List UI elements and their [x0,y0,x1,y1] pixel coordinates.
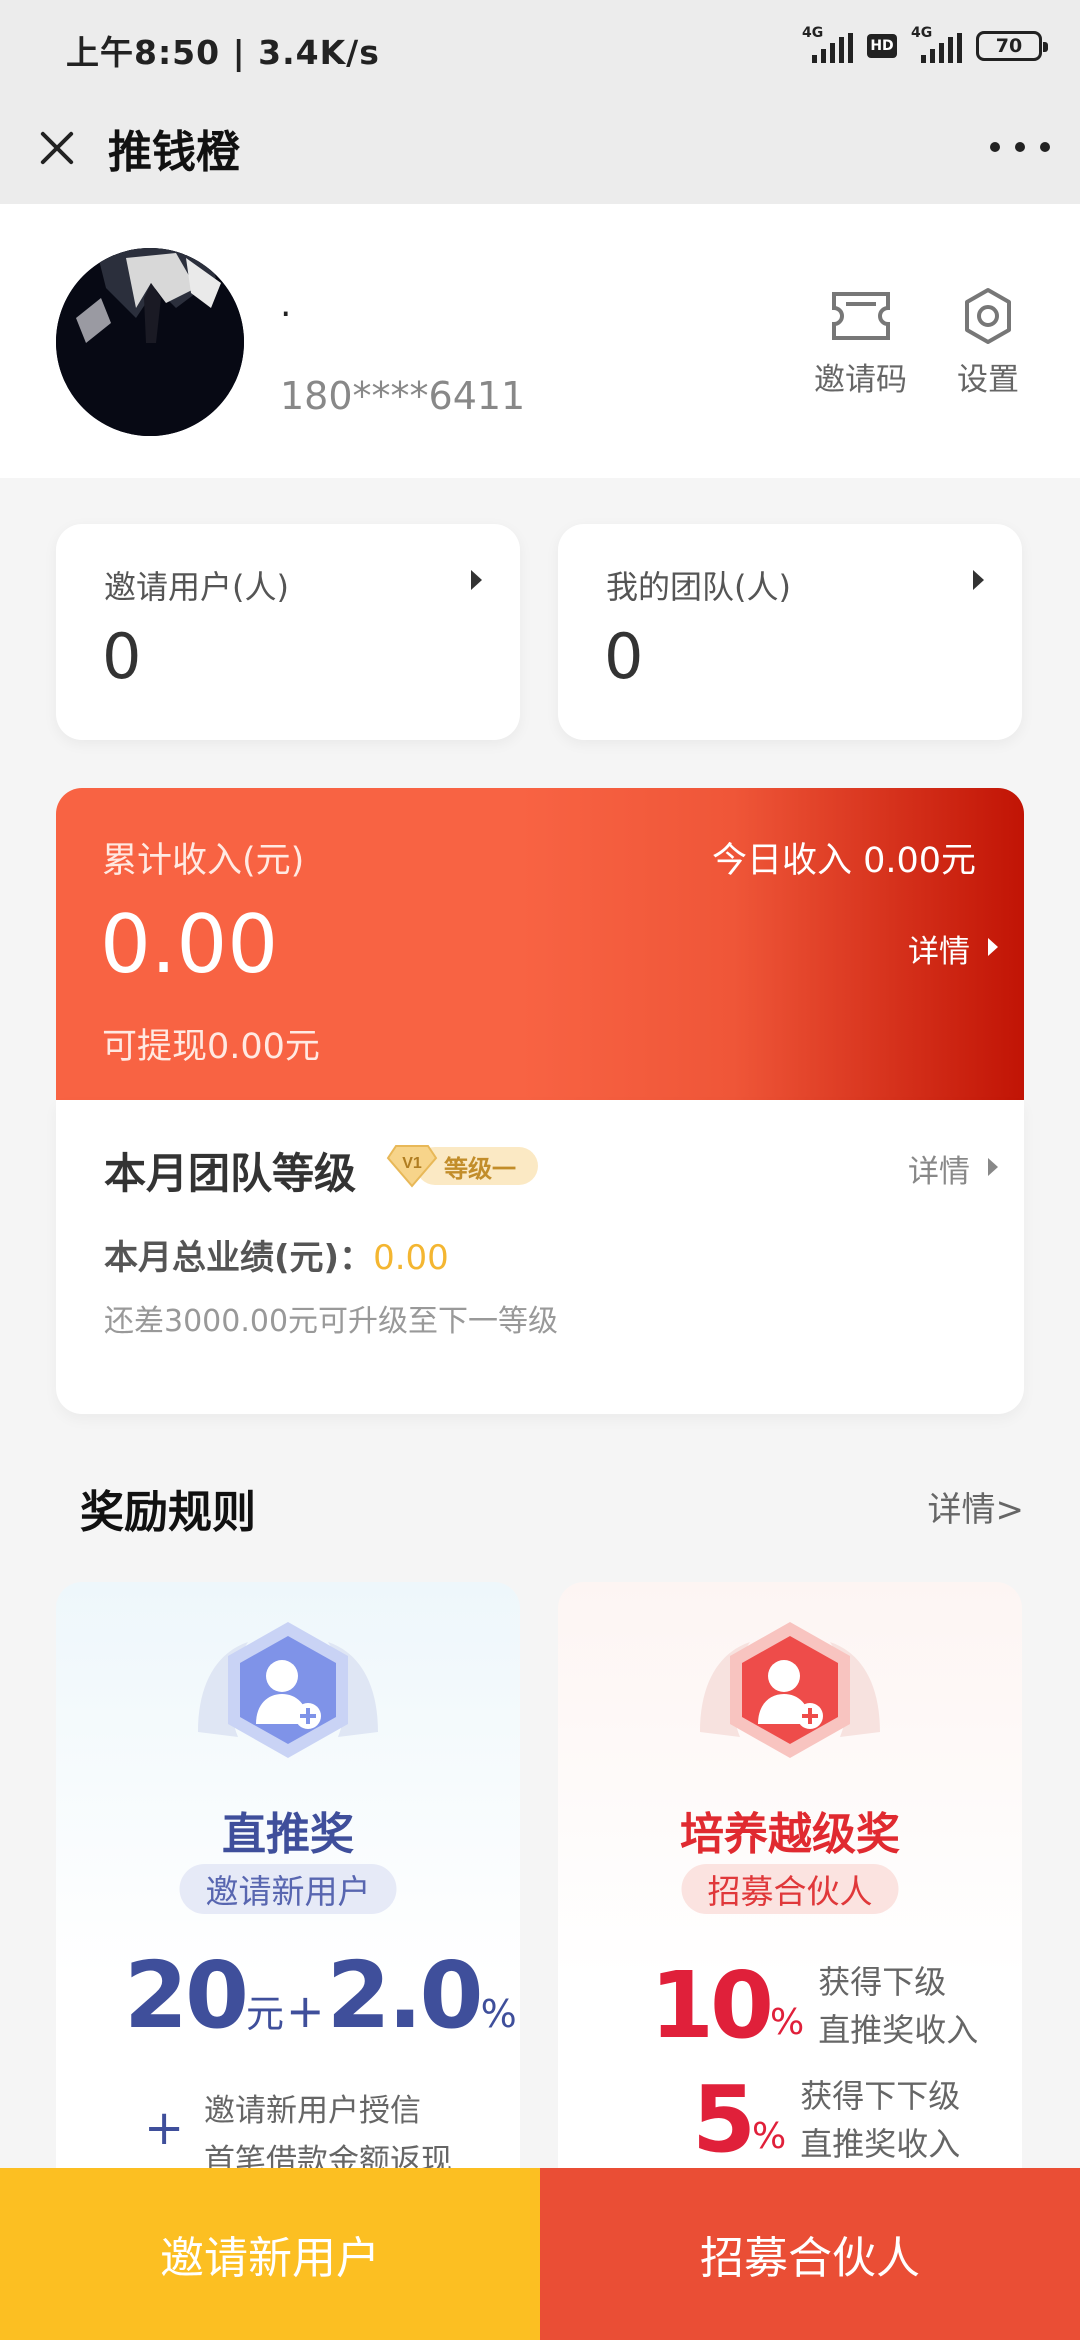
reward-amount-unit: 元 [246,1992,285,2036]
total-income-label: 累计收入(元) [102,841,305,881]
my-team-card[interactable]: 我的团队(人) 0 [558,524,1022,740]
monthly-performance-value: 0.00 [373,1238,449,1278]
page: 上午8:50 | 3.4K/s 4G HD 4G 70 推钱橙 · 180***… [0,0,1080,2340]
skip-level-desc-line-1: 获得下下级 [800,2077,961,2115]
monthly-performance: 本月总业绩(元)：0.00 [104,1230,449,1279]
skip-level-percent: 5 [692,2066,756,2173]
rules-title: 奖励规则 [80,1487,256,1538]
ticket-icon [829,286,893,346]
skip-level-subtitle: 招募合伙人 [681,1864,899,1914]
my-team-value: 0 [604,620,644,693]
signal-icon: 4G [802,25,853,63]
settings-button[interactable]: 设置 [956,286,1020,399]
invited-users-label: 邀请用户(人) [104,568,289,606]
reward-percent: 2.0 [326,1942,484,2049]
skip-level-desc: 获得下下级 直推奖收入 [800,2072,960,2168]
skip-level-row: 5 % 获得下下级 直推奖收入 [692,2072,960,2168]
status-icons: 4G HD 4G 70 [802,24,1048,68]
close-icon[interactable] [28,120,84,176]
more-icon[interactable] [990,132,1050,162]
rules-detail-link[interactable]: 详情> [928,1482,1025,1531]
income-card: 累计收入(元) 今日收入 0.00元 0.00 详情 可提现0.00元 [56,788,1024,1100]
signal-label-2: 4G [911,25,933,41]
status-time: 上午8:50 | 3.4K/s [66,33,380,72]
desc-line-1: 邀请新用户授信 [204,2093,421,2129]
team-level-title: 本月团队等级 [104,1149,357,1198]
skip-level-title: 培养越级奖 [680,1809,900,1860]
skip-level-desc-line-1: 获得下级 [818,1963,947,2001]
chevron-right-icon [471,570,482,590]
badge-icon-text: V1 [402,1155,422,1172]
reward-amount: 20 [124,1942,249,2049]
hd-icon: HD [867,34,897,58]
invited-users-value: 0 [102,620,142,693]
level-detail-link[interactable]: 详情 [908,1146,998,1191]
invite-code-button[interactable]: 邀请码 [814,286,907,399]
phone-number: 180****6411 [280,374,526,418]
diamond-icon: V1 [386,1142,438,1190]
recruit-partner-button[interactable]: 招募合伙人 [540,2168,1080,2340]
invite-new-user-button[interactable]: 邀请新用户 [0,2168,540,2340]
invite-code-label: 邀请码 [814,362,907,398]
skip-level-desc-line-2: 直推奖收入 [818,2011,979,2049]
signal-icon-2: 4G [911,25,962,63]
invited-users-card[interactable]: 邀请用户(人) 0 [56,524,520,740]
direct-referral-title: 直推奖 [222,1809,354,1860]
page-title: 推钱橙 [108,127,240,178]
nickname: · [280,294,292,335]
total-income-value: 0.00 [100,898,279,991]
battery-icon: 70 [976,31,1048,61]
direct-referral-subtitle: 邀请新用户 [179,1864,397,1914]
withdrawable-amount: 可提现0.00元 [102,1027,320,1067]
skip-level-desc: 获得下级 直推奖收入 [818,1958,978,2054]
reward-percent-unit: % [480,1992,517,2036]
settings-label: 设置 [957,362,1019,398]
signal-label: 4G [802,25,824,41]
monthly-performance-label: 本月总业绩(元)： [104,1238,374,1278]
upgrade-hint: 还差3000.00元可升级至下一等级 [104,1304,559,1339]
nav-bar: 推钱橙 [0,92,1080,204]
today-income: 今日收入 0.00元 [711,841,976,881]
team-level-card: 本月团队等级 V1 等级一 详情 本月总业绩(元)：0.00 还差3000.00… [56,1100,1024,1414]
avatar[interactable] [56,248,244,436]
plus-icon: + [144,2100,185,2156]
skip-level-percent-unit: % [770,2002,805,2043]
gear-icon [956,286,1020,346]
chevron-right-icon [973,570,984,590]
income-detail-link[interactable]: 详情 [908,926,998,971]
profile-header: · 180****6411 邀请码 设置 [0,204,1080,478]
status-bar: 上午8:50 | 3.4K/s 4G HD 4G 70 [0,0,1080,92]
plus-sign: + [286,1984,325,2038]
skip-level-percent-unit: % [752,2116,787,2157]
direct-referral-formula: 20 元 + 2.0 % [124,1942,517,2049]
skip-level-percent: 10 [650,1952,774,2059]
level-badge: V1 等级一 [386,1142,538,1190]
my-team-label: 我的团队(人) [606,568,791,606]
skip-level-row: 10 % 获得下级 直推奖收入 [650,1958,978,2054]
skip-level-desc-line-2: 直推奖收入 [800,2125,961,2163]
